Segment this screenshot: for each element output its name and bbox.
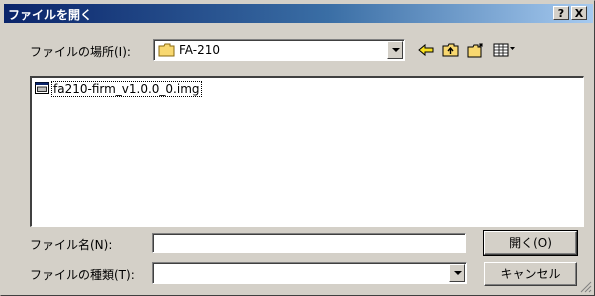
view-menu-icon[interactable] [493, 42, 517, 58]
back-arrow-icon[interactable] [417, 42, 435, 58]
filetype-label: ファイルの種類(T): [30, 268, 135, 282]
help-button[interactable]: ? [553, 6, 569, 20]
filetype-dropdown-button[interactable] [449, 264, 465, 282]
up-folder-icon[interactable] [442, 42, 460, 58]
file-name: fa210-firm_v1.0.0_0.img [51, 81, 202, 97]
dialog-title: ファイルを開く [8, 8, 93, 22]
image-file-icon [35, 82, 49, 94]
cancel-button[interactable]: キャンセル [484, 262, 577, 286]
location-label: ファイルの場所(I): [30, 45, 131, 59]
resize-grip-icon[interactable] [580, 281, 592, 293]
file-list[interactable]: fa210-firm_v1.0.0_0.img [30, 76, 584, 227]
location-value: FA-210 [179, 43, 220, 57]
filename-label: ファイル名(N): [30, 238, 113, 252]
open-file-dialog: ファイルを開く ? X ファイルの場所(I): FA-210 fa210-fir… [0, 0, 595, 296]
new-folder-icon[interactable] [467, 42, 485, 58]
open-button[interactable]: 開く(O) [483, 230, 578, 256]
close-button[interactable]: X [571, 6, 587, 20]
filetype-combo[interactable] [152, 262, 467, 284]
location-dropdown-button[interactable] [387, 41, 403, 59]
folder-icon [158, 43, 175, 57]
location-combo[interactable]: FA-210 [153, 39, 405, 61]
filename-input[interactable] [152, 233, 466, 253]
title-bar[interactable]: ファイルを開く ? X [4, 4, 593, 23]
